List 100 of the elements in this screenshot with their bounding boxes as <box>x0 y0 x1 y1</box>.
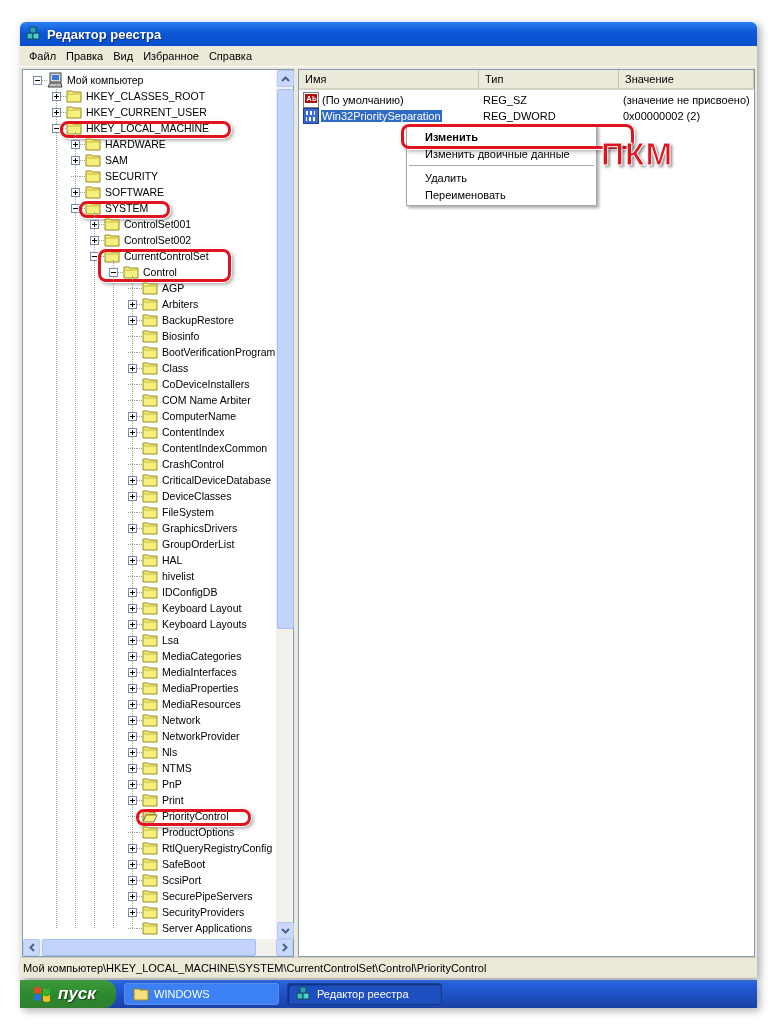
scroll-thumb[interactable] <box>277 89 294 629</box>
tree-item[interactable]: CrashControl <box>160 458 226 470</box>
expander-button[interactable] <box>128 795 137 805</box>
expander-button[interactable] <box>128 747 137 757</box>
tree-item[interactable]: PnP <box>160 778 184 790</box>
tree-item[interactable]: ProductOptions <box>160 826 237 838</box>
expander-button[interactable] <box>128 587 137 597</box>
scroll-right-button[interactable] <box>276 939 293 956</box>
tree-item[interactable]: SecurityProviders <box>160 906 247 918</box>
menu-option[interactable]: Изменить <box>425 130 478 143</box>
expander-button[interactable] <box>71 187 80 197</box>
expander-button[interactable] <box>90 219 99 229</box>
expander-button[interactable] <box>128 411 137 421</box>
tree-item[interactable]: MediaCategories <box>160 650 244 662</box>
expander-button[interactable] <box>128 299 137 309</box>
scroll-left-button[interactable] <box>23 939 40 956</box>
tree-item[interactable]: MediaProperties <box>160 682 241 694</box>
tree-item[interactable]: BootVerificationProgram <box>160 346 276 358</box>
tree-item[interactable]: CriticalDeviceDatabase <box>160 474 274 486</box>
tree-item[interactable]: GraphicsDrivers <box>160 522 240 534</box>
tree-item[interactable]: MediaInterfaces <box>160 666 239 678</box>
expander-button[interactable] <box>128 891 137 901</box>
expander-button[interactable] <box>128 731 137 741</box>
expander-button[interactable] <box>128 651 137 661</box>
menu-option[interactable]: Изменить двоичные данные <box>425 147 570 160</box>
menu-item[interactable]: Правка <box>61 50 109 62</box>
tree-item[interactable]: ComputerName <box>160 410 239 422</box>
menu-item[interactable]: Вид <box>108 50 139 62</box>
menu-item[interactable]: Избранное <box>138 50 204 62</box>
value-name[interactable]: Win32PrioritySeparation <box>321 110 442 122</box>
column-header[interactable]: Имя <box>299 70 479 88</box>
tree-item[interactable]: NetworkProvider <box>160 730 242 742</box>
tree-item[interactable]: SOFTWARE <box>103 186 167 198</box>
tree-item[interactable]: Arbiters <box>160 298 201 310</box>
expander-button[interactable] <box>128 779 137 789</box>
tree-item[interactable]: ControlSet002 <box>122 234 194 246</box>
tree-item[interactable]: hivelist <box>160 570 197 582</box>
horizontal-scrollbar[interactable] <box>23 939 293 956</box>
expander-button[interactable] <box>109 267 118 277</box>
expander-button[interactable] <box>128 763 137 773</box>
tree-item[interactable]: Biosinfo <box>160 330 202 342</box>
tree-item[interactable]: SECURITY <box>103 170 161 182</box>
expander-button[interactable] <box>128 555 137 565</box>
tree-item[interactable]: HAL <box>160 554 185 566</box>
expander-button[interactable] <box>128 875 137 885</box>
start-button[interactable]: пуск <box>20 980 116 1008</box>
tree-item[interactable]: HKEY_CLASSES_ROOT <box>84 90 208 102</box>
tree-item[interactable]: Nls <box>160 746 180 758</box>
expander-button[interactable] <box>128 715 137 725</box>
tree-item[interactable]: Print <box>160 794 186 806</box>
tree-item[interactable]: CoDeviceInstallers <box>160 378 252 390</box>
expander-button[interactable] <box>128 523 137 533</box>
tree-item[interactable]: Мой компьютер <box>65 74 146 86</box>
tree-item[interactable]: NTMS <box>160 762 194 774</box>
expander-button[interactable] <box>128 491 137 501</box>
tree-item[interactable]: Network <box>160 714 203 726</box>
expander-button[interactable] <box>128 907 137 917</box>
tree-item[interactable]: MediaResources <box>160 698 243 710</box>
expander-button[interactable] <box>128 683 137 693</box>
tree-item[interactable]: Class <box>160 362 191 374</box>
vertical-scrollbar[interactable] <box>276 70 293 939</box>
tree-item[interactable]: DeviceClasses <box>160 490 234 502</box>
expander-button[interactable] <box>128 619 137 629</box>
tree-item[interactable]: HARDWARE <box>103 138 168 150</box>
tree-item[interactable]: Lsa <box>160 634 181 646</box>
tree-item[interactable]: SecurePipeServers <box>160 890 255 902</box>
tree-item[interactable]: HKEY_LOCAL_MACHINE <box>84 122 212 134</box>
scroll-down-button[interactable] <box>277 922 294 939</box>
expander-button[interactable] <box>128 427 137 437</box>
expander-button[interactable] <box>128 363 137 373</box>
expander-button[interactable] <box>71 203 80 213</box>
menu-item[interactable]: Файл <box>24 50 62 62</box>
tree-item[interactable]: IDConfigDB <box>160 586 220 598</box>
expander-button[interactable] <box>90 235 99 245</box>
column-header[interactable]: Тип <box>479 70 619 88</box>
tree-item[interactable]: GroupOrderList <box>160 538 237 550</box>
value-name[interactable]: (По умолчанию) <box>321 94 405 106</box>
tree-item[interactable]: COM Name Arbiter <box>160 394 253 406</box>
column-header[interactable]: Значение <box>619 70 754 88</box>
expander-button[interactable] <box>128 667 137 677</box>
expander-button[interactable] <box>71 139 80 149</box>
tree-item[interactable]: PriorityControl <box>160 810 231 822</box>
expander-button[interactable] <box>128 699 137 709</box>
tree-item[interactable]: ContentIndex <box>160 426 227 438</box>
tree-item[interactable]: ControlSet001 <box>122 218 194 230</box>
menu-option[interactable]: Переименовать <box>425 188 506 201</box>
expander-button[interactable] <box>128 475 137 485</box>
taskbar-button[interactable]: WINDOWS <box>124 983 279 1005</box>
tree-item[interactable]: HKEY_CURRENT_USER <box>84 106 209 118</box>
expander-button[interactable] <box>52 91 61 101</box>
scroll-thumb[interactable] <box>42 939 256 956</box>
taskbar-button[interactable]: Редактор реестра <box>287 983 442 1005</box>
expander-button[interactable] <box>52 107 61 117</box>
tree-item[interactable]: Keyboard Layouts <box>160 618 249 630</box>
expander-button[interactable] <box>52 123 61 133</box>
tree-item[interactable]: FileSystem <box>160 506 216 518</box>
tree-item[interactable]: ContentIndexCommon <box>160 442 270 454</box>
tree-item[interactable]: BackupRestore <box>160 314 236 326</box>
scroll-up-button[interactable] <box>277 70 294 87</box>
tree-item[interactable]: ScsiPort <box>160 874 204 886</box>
